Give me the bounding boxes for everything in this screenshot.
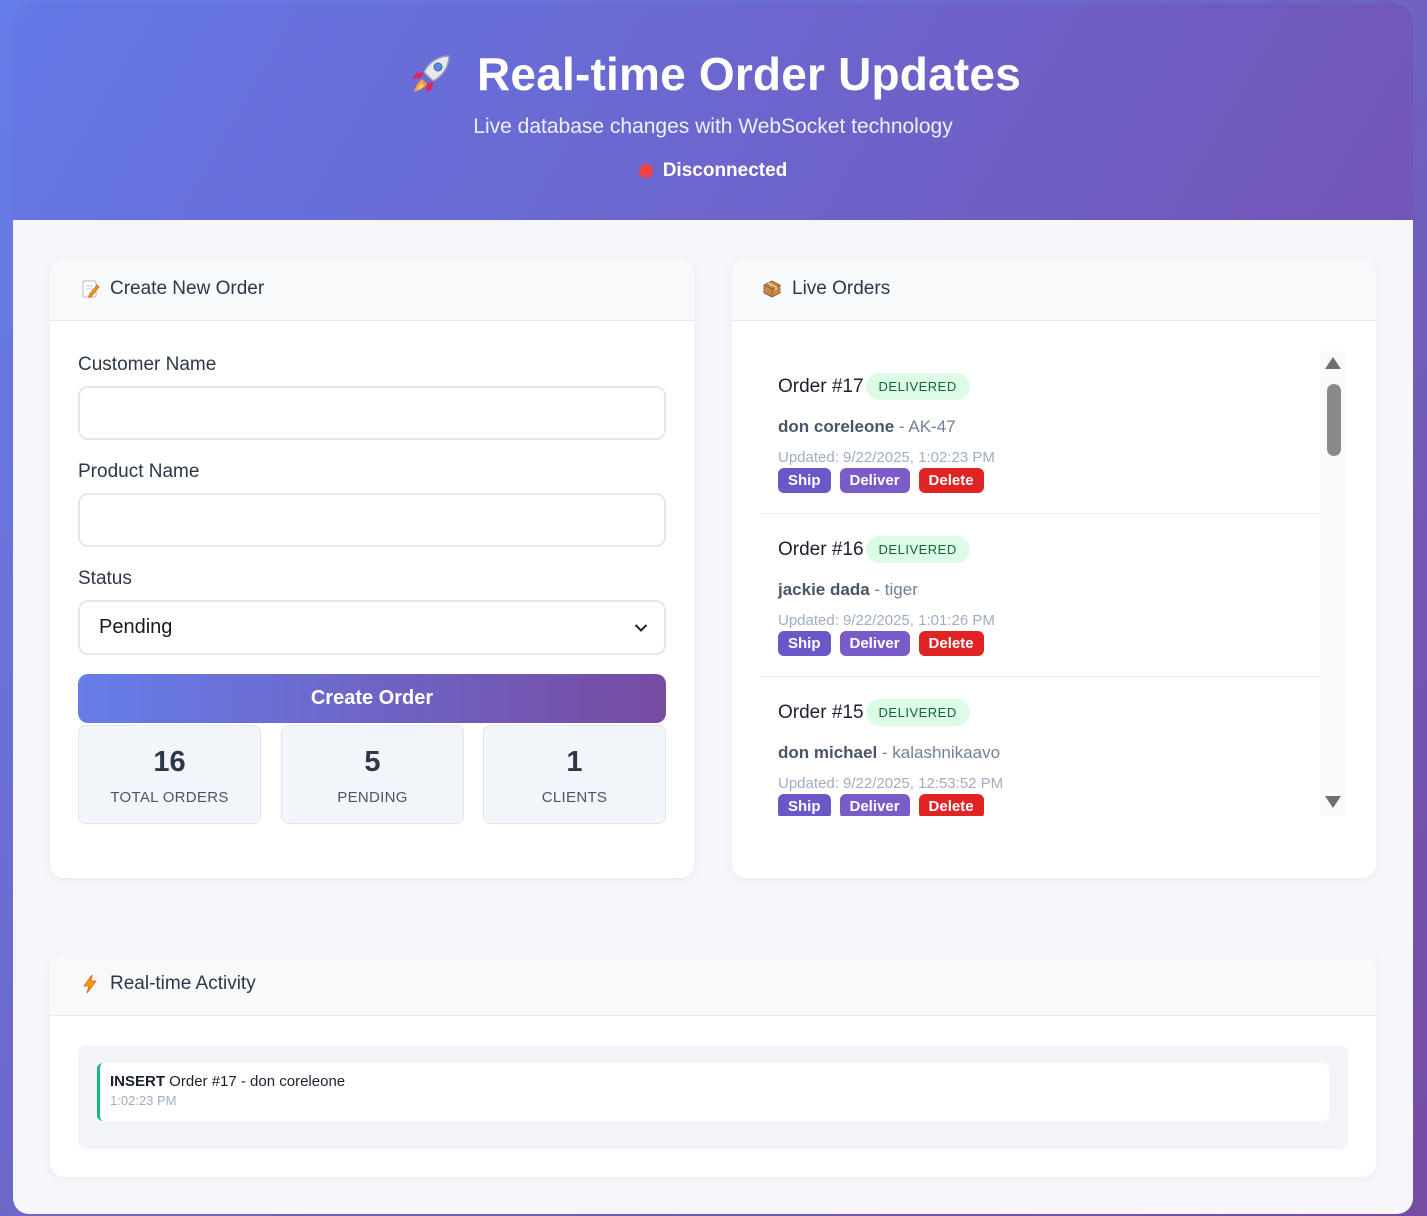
order-card: Order #15 DELIVERED don michael - kalash…: [760, 677, 1322, 816]
order-title: Order #16: [778, 538, 864, 560]
status-select-value: Pending: [99, 616, 173, 638]
create-order-header: Create New Order: [50, 258, 694, 321]
activity-time: 1:02:23 PM: [110, 1093, 177, 1108]
activity-description: Order #17 - don coreleone: [165, 1073, 346, 1090]
stat-value: 5: [364, 746, 381, 778]
status-badge: DELIVERED: [865, 373, 970, 400]
customer-name-label: Customer Name: [78, 354, 217, 375]
product-name-input[interactable]: [78, 493, 666, 547]
create-order-title: Create New Order: [110, 278, 265, 299]
page-header: Real-time Order Updates Live database ch…: [13, 3, 1413, 220]
status-badge: DELIVERED: [865, 699, 970, 726]
activity-item: INSERT Order #17 - don coreleone 1:02:23…: [97, 1063, 1329, 1121]
status-select[interactable]: Pending: [78, 600, 666, 655]
order-customer-product: don coreleone - AK-47: [778, 417, 956, 437]
activity-operation: INSERT: [110, 1073, 166, 1090]
page-subtitle: Live database changes with WebSocket tec…: [473, 115, 953, 138]
app-window: Real-time Order Updates Live database ch…: [13, 3, 1413, 1214]
stat-label: TOTAL ORDERS: [110, 789, 229, 806]
order-list: Order #17 DELIVERED don coreleone - AK-4…: [760, 351, 1322, 816]
activity-header: Real-time Activity: [50, 953, 1376, 1016]
ship-button[interactable]: Ship: [778, 631, 831, 656]
stat-value: 16: [153, 746, 186, 778]
order-updated: Updated: 9/22/2025, 12:53:52 PM: [778, 775, 1004, 792]
connection-status: Disconnected: [13, 160, 1413, 182]
status-dot-icon: [638, 164, 653, 178]
order-product: - AK-47: [894, 417, 956, 436]
deliver-button[interactable]: Deliver: [839, 794, 910, 816]
ship-button[interactable]: Ship: [778, 468, 831, 493]
order-customer: jackie dada: [778, 580, 870, 599]
scrollbar-thumb[interactable]: [1327, 384, 1341, 456]
deliver-button[interactable]: Deliver: [839, 468, 910, 493]
deliver-button[interactable]: Deliver: [839, 631, 910, 656]
order-customer: don michael: [778, 743, 878, 762]
live-orders-header: Live Orders: [732, 258, 1376, 321]
activity-title: Real-time Activity: [110, 973, 256, 994]
delete-button[interactable]: Delete: [918, 468, 984, 493]
stat-label: CLIENTS: [541, 789, 608, 806]
stat-total-orders: 16 TOTAL ORDERS: [78, 725, 261, 824]
order-customer-product: don michael - kalashnikaavo: [778, 743, 1000, 763]
status-badge: DELIVERED: [865, 536, 970, 563]
order-product: - kalashnikaavo: [877, 743, 1001, 762]
activity-log: INSERT Order #17 - don coreleone 1:02:23…: [78, 1045, 1348, 1149]
stat-pending: 5 PENDING: [281, 725, 464, 824]
ship-button[interactable]: Ship: [778, 794, 831, 816]
live-orders-panel: Live Orders Order #17 DELIVERED don core…: [732, 258, 1376, 878]
product-name-label: Product Name: [78, 461, 200, 482]
rocket-icon: [405, 48, 457, 100]
stat-label: PENDING: [337, 789, 408, 806]
order-updated: Updated: 9/22/2025, 1:02:23 PM: [778, 449, 995, 466]
order-updated: Updated: 9/22/2025, 1:01:26 PM: [778, 612, 995, 629]
chevron-down-icon: [634, 616, 648, 639]
create-order-button[interactable]: Create Order: [78, 674, 666, 723]
lightning-icon: [80, 974, 100, 994]
order-title: Order #15: [778, 701, 864, 723]
live-orders-title: Live Orders: [792, 278, 891, 299]
stat-value: 1: [566, 746, 583, 778]
order-customer: don coreleone: [778, 417, 895, 436]
connection-status-label: Disconnected: [662, 160, 788, 181]
status-label: Status: [78, 568, 132, 589]
customer-name-input[interactable]: [78, 386, 666, 440]
delete-button[interactable]: Delete: [918, 631, 984, 656]
order-card: Order #17 DELIVERED don coreleone - AK-4…: [760, 351, 1322, 514]
scroll-up-icon[interactable]: [1325, 357, 1341, 369]
delete-button[interactable]: Delete: [918, 794, 984, 816]
page-title: Real-time Order Updates: [477, 48, 1021, 100]
package-icon: [762, 279, 782, 299]
order-customer-product: jackie dada - tiger: [778, 580, 918, 600]
order-list-scrollbar[interactable]: [1320, 351, 1346, 816]
order-title: Order #17: [778, 375, 864, 397]
memo-icon: [80, 279, 100, 299]
activity-panel: Real-time Activity INSERT Order #17 - do…: [50, 953, 1376, 1177]
create-order-panel: Create New Order Customer Name Product N…: [50, 258, 694, 878]
stat-clients: 1 CLIENTS: [483, 725, 666, 824]
scroll-down-icon[interactable]: [1325, 796, 1341, 808]
order-card: Order #16 DELIVERED jackie dada - tiger …: [760, 514, 1322, 677]
order-product: - tiger: [869, 580, 918, 599]
